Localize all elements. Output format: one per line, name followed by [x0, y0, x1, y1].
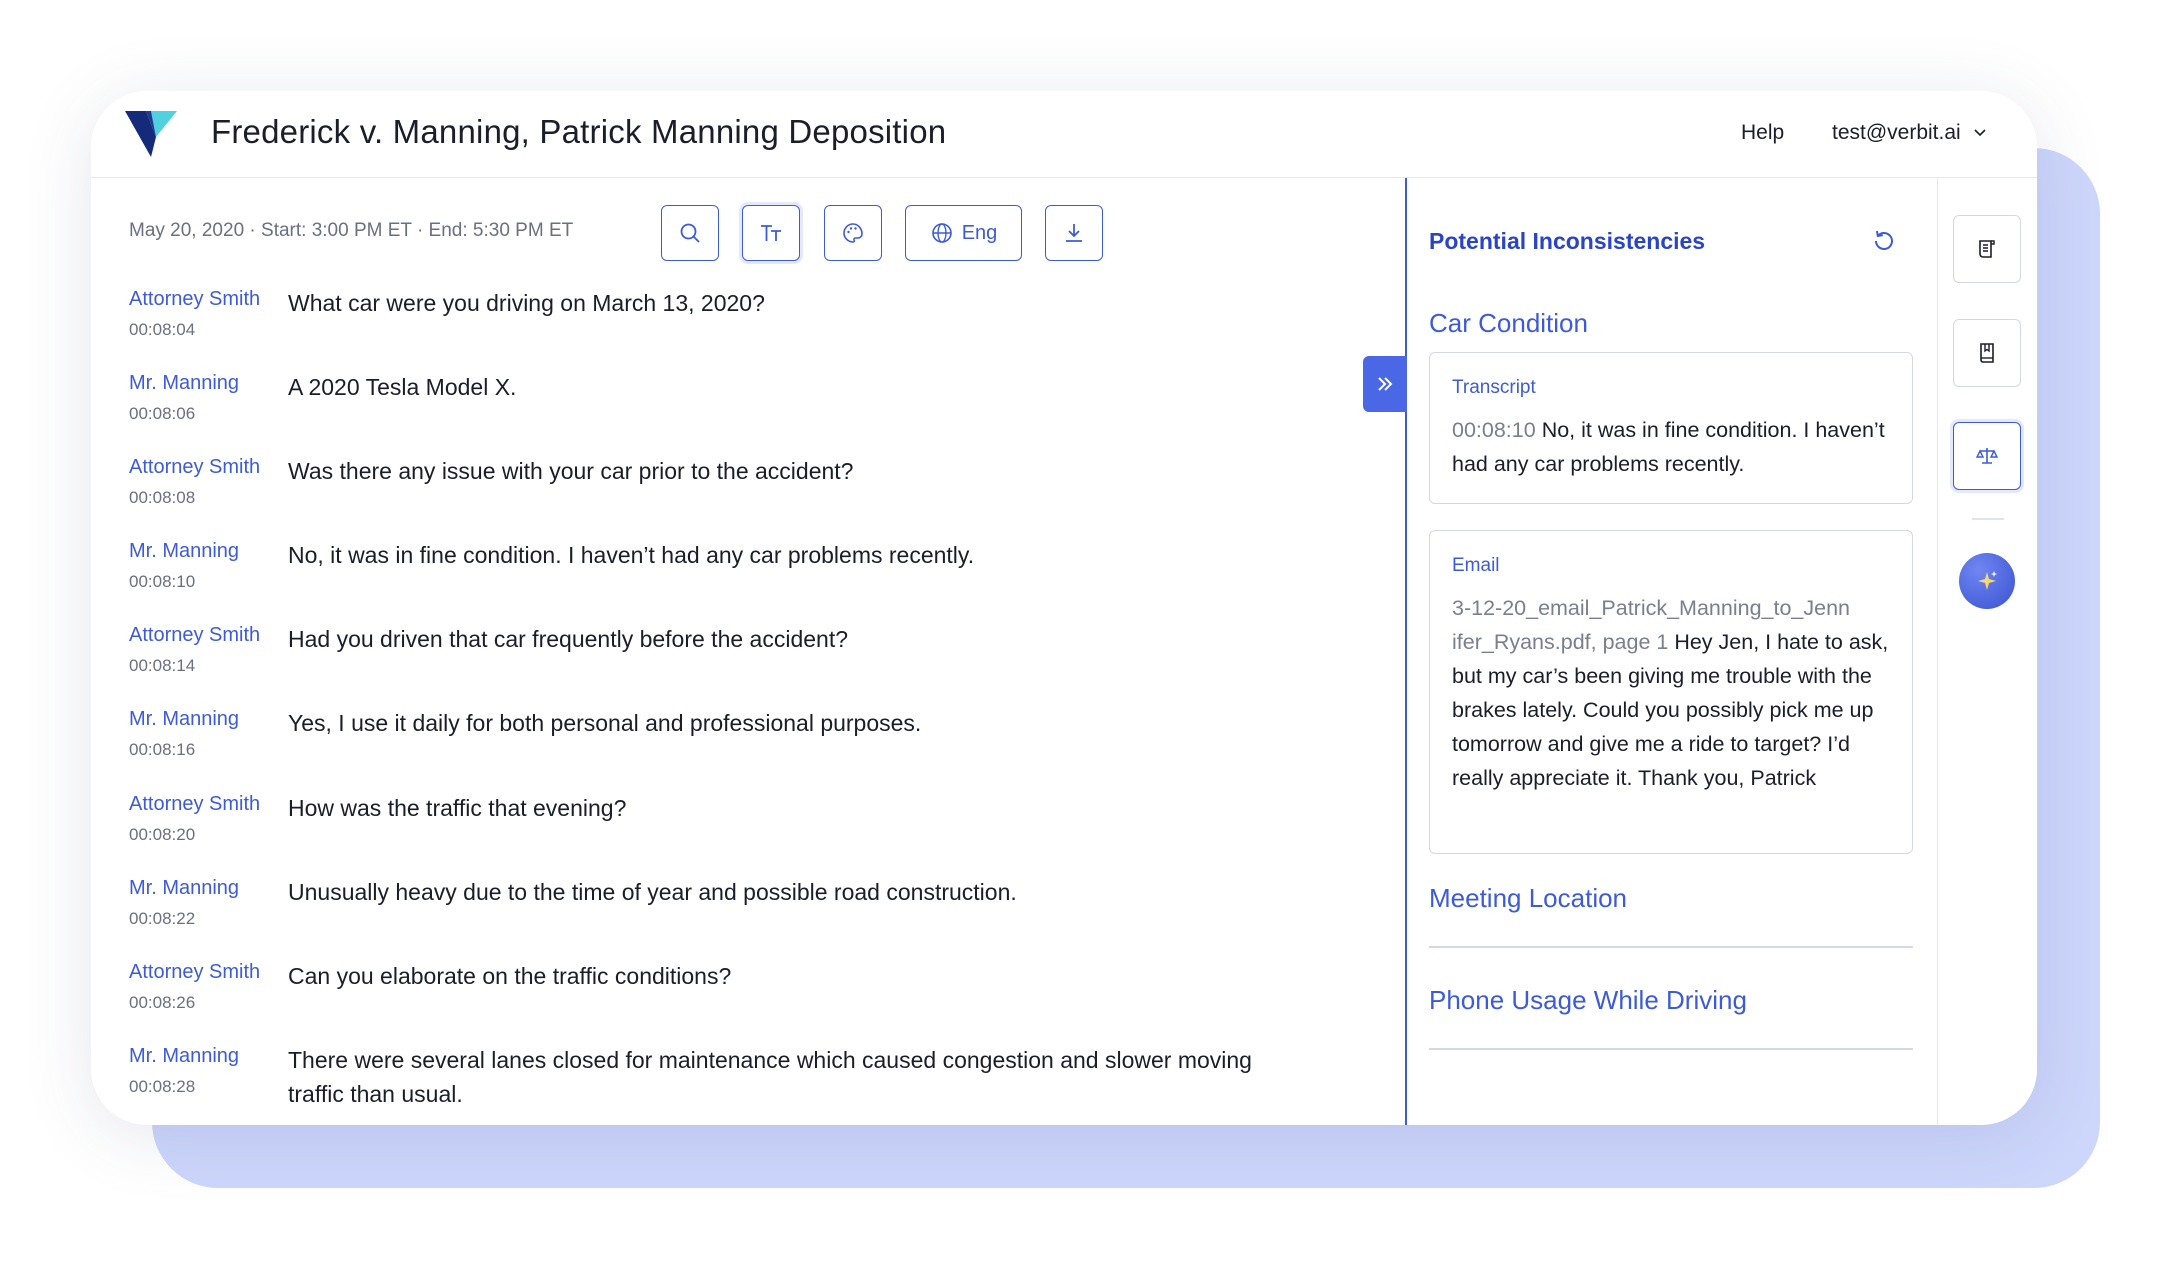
- transcript-row[interactable]: Attorney Smith 00:08:14 Had you driven tha…: [129, 624, 1345, 708]
- inconsistencies-panel: Potential Inconsistencies Car Condition …: [1407, 178, 1936, 1125]
- section-car-condition[interactable]: Car Condition: [1429, 308, 1588, 339]
- card-body: 3-12-20_email_Patrick_Manning_to_Jennife…: [1452, 591, 1890, 795]
- document-icon: [1979, 240, 1995, 258]
- speaker-name[interactable]: Mr. Manning: [129, 540, 239, 563]
- timestamp[interactable]: 00:08:08: [129, 488, 195, 508]
- scales-icon: [1975, 448, 1999, 464]
- speaker-name[interactable]: Attorney Smith: [129, 793, 260, 816]
- email-excerpt: Hey Jen, I hate to ask, but my car’s bee…: [1452, 630, 1889, 790]
- text-size-button[interactable]: [742, 205, 800, 261]
- speaker-name[interactable]: Mr. Manning: [129, 1045, 239, 1068]
- transcript-row[interactable]: Mr. Manning 00:08:22 Unusually heavy due t…: [129, 877, 1345, 961]
- timestamp[interactable]: 00:08:20: [129, 825, 195, 845]
- speaker-name[interactable]: Attorney Smith: [129, 961, 260, 984]
- utterance-text: No, it was in fine condition. I haven’t …: [288, 542, 975, 569]
- speaker-name[interactable]: Attorney Smith: [129, 288, 260, 311]
- divider: [1972, 518, 2004, 520]
- utterance-text: Had you driven that car frequently befor…: [288, 626, 849, 653]
- page-title: Frederick v. Manning, Patrick Manning De…: [211, 113, 947, 150]
- expand-panel-button[interactable]: [1363, 356, 1407, 412]
- section-meeting-location[interactable]: Meeting Location: [1429, 883, 1627, 914]
- document-button[interactable]: [1953, 215, 2021, 283]
- speaker-name[interactable]: Mr. Manning: [129, 877, 239, 900]
- download-button[interactable]: [1045, 205, 1103, 261]
- timestamp[interactable]: 00:08:26: [129, 993, 195, 1013]
- help-link[interactable]: Help: [1741, 121, 1784, 145]
- chevron-double-right-icon: [1378, 377, 1393, 391]
- utterance-text: Unusually heavy due to the time of year …: [288, 878, 1017, 905]
- ai-assistant-button[interactable]: [1959, 553, 2015, 609]
- language-button[interactable]: Eng: [905, 205, 1022, 261]
- utterance-text: Can you elaborate on the traffic conditi…: [288, 962, 732, 989]
- speaker-name[interactable]: Mr. Manning: [129, 372, 239, 395]
- globe-icon: [931, 223, 952, 243]
- card-label: Transcript: [1452, 377, 1536, 398]
- timestamp[interactable]: 00:08:10: [129, 572, 195, 592]
- timestamp[interactable]: 00:08:06: [129, 404, 195, 424]
- book-button[interactable]: [1953, 319, 2021, 387]
- transcript-row[interactable]: Mr. Manning 00:08:28 There were several la…: [129, 1045, 1345, 1125]
- email-source-line-1: 3-12-20_email_Patrick_Manning_to_Jenn: [1452, 596, 1851, 620]
- sparkle-icon: [1978, 571, 1997, 590]
- tool-rail: [1937, 178, 2037, 1125]
- utterance-text: What car were you driving on March 13, 2…: [288, 290, 765, 316]
- transcript-row[interactable]: Mr. Manning 00:08:16 Yes, I use it daily f…: [129, 708, 1345, 792]
- search-button[interactable]: [661, 205, 719, 261]
- timestamp[interactable]: 00:08:22: [129, 909, 195, 929]
- timestamp[interactable]: 00:08:04: [129, 320, 195, 340]
- timestamp[interactable]: 00:08:16: [129, 740, 195, 760]
- card-label: Email: [1452, 555, 1500, 576]
- transcript-row[interactable]: Attorney Smith 00:08:26 Can you elaborate …: [129, 961, 1345, 1045]
- transcript-row[interactable]: Mr. Manning 00:08:10 No, it was in fine co…: [129, 540, 1345, 624]
- transcript-row[interactable]: Attorney Smith 00:08:08 Was there any issu…: [129, 456, 1345, 540]
- utterance-text: Yes, I use it daily for both personal an…: [288, 710, 922, 737]
- transcript-pane: May 20, 2020 · Start: 3:00 PM ET · End: …: [91, 178, 1407, 1125]
- timestamp[interactable]: 00:08:14: [129, 656, 195, 676]
- user-email: test@verbit.ai: [1832, 121, 1961, 144]
- card-body: 00:08:10 No, it was in fine condition. I…: [1452, 413, 1890, 481]
- transcript-list: Attorney Smith 00:08:04 What car were you …: [129, 288, 1345, 1125]
- transcript-row[interactable]: Mr. Manning 00:08:06 A 2020 Tesla Model X.: [129, 372, 1345, 456]
- session-meta: May 20, 2020 · Start: 3:00 PM ET · End: …: [129, 220, 574, 241]
- email-source-line-2: ifer_Ryans.pdf, page 1: [1452, 630, 1669, 654]
- palette-icon: [843, 223, 863, 243]
- language-label: Eng: [961, 221, 998, 244]
- panel-title: Potential Inconsistencies: [1429, 228, 1706, 254]
- user-menu[interactable]: test@verbit.ai: [1832, 121, 1987, 145]
- utterance-text: How was the traffic that evening?: [288, 794, 627, 821]
- divider: [1429, 946, 1913, 948]
- transcript-row[interactable]: Attorney Smith 00:08:04 What car were you …: [129, 288, 1345, 372]
- section-phone-usage[interactable]: Phone Usage While Driving: [1429, 985, 1747, 1016]
- utterance-text: There were several lanes closed for main…: [288, 1046, 1252, 1107]
- utterance-text: A 2020 Tesla Model X.: [288, 374, 517, 401]
- app-window: Frederick v. Manning, Patrick Manning De…: [91, 91, 2037, 1125]
- speaker-name[interactable]: Attorney Smith: [129, 624, 260, 647]
- transcript-evidence-card[interactable]: Transcript 00:08:10 No, it was in fine c…: [1429, 352, 1913, 504]
- theme-button[interactable]: [824, 205, 882, 261]
- book-icon: [1980, 343, 1994, 363]
- text-size-icon: [761, 225, 781, 241]
- timestamp[interactable]: 00:08:28: [129, 1077, 195, 1097]
- email-evidence-card[interactable]: Email 3-12-20_email_Patrick_Manning_to_J…: [1429, 530, 1913, 854]
- transcript-row[interactable]: Attorney Smith 00:08:20 How was the traffi…: [129, 793, 1345, 877]
- app-header: Frederick v. Manning, Patrick Manning De…: [91, 91, 2037, 178]
- download-icon: [1066, 224, 1082, 242]
- inconsistencies-button[interactable]: [1953, 422, 2021, 490]
- divider: [1429, 1048, 1913, 1050]
- chevron-down-icon: [1974, 129, 1986, 137]
- speaker-name[interactable]: Mr. Manning: [129, 708, 239, 731]
- utterance-text: Was there any issue with your car prior …: [288, 458, 854, 485]
- verbit-logo-icon: [125, 111, 177, 157]
- card-timestamp: 00:08:10: [1452, 418, 1536, 442]
- speaker-name[interactable]: Attorney Smith: [129, 456, 260, 479]
- search-icon: [680, 223, 700, 243]
- refresh-icon[interactable]: [1870, 227, 1898, 255]
